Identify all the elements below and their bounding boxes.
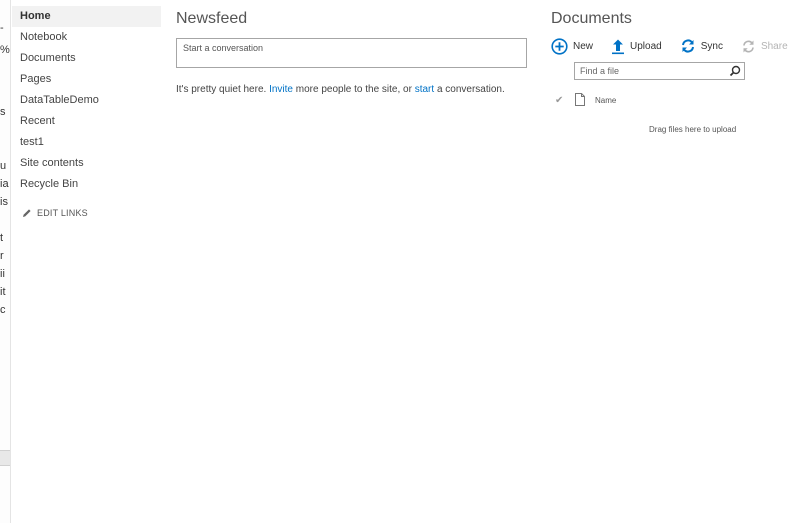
plus-circle-icon (551, 37, 568, 55)
invite-link[interactable]: Invite (269, 84, 293, 95)
nav-item-site-contents[interactable]: Site contents (12, 153, 161, 174)
share-label: Share (760, 40, 788, 52)
nav-item-recent[interactable]: Recent (12, 111, 161, 132)
document-list-header: ✔ Name (555, 92, 616, 108)
nav-item-notebook[interactable]: Notebook (12, 27, 161, 48)
nav-item-home[interactable]: Home (12, 6, 161, 27)
find-file-placeholder: Find a file (580, 66, 620, 76)
quiet-text-part-1: It's pretty quiet here. (176, 84, 270, 95)
upload-label: Upload (630, 40, 662, 52)
conversation-placeholder: Start a conversation (183, 43, 264, 53)
newsfeed-title: Newsfeed (176, 10, 248, 27)
name-column-header[interactable]: Name (595, 96, 616, 105)
upload-button[interactable]: Upload (611, 36, 662, 56)
share-button[interactable]: Share (741, 36, 788, 56)
upload-arrow-icon (612, 39, 625, 54)
newsfeed-section: Newsfeed Start a conversation It's prett… (176, 8, 530, 95)
find-file-input[interactable]: Find a file (574, 62, 745, 80)
drag-files-hint: Drag files here to upload (649, 125, 737, 134)
edit-links-label: EDIT LINKS (37, 208, 88, 218)
edit-links-button[interactable]: EDIT LINKS (12, 204, 161, 222)
share-icon (743, 40, 754, 52)
file-type-column (575, 92, 595, 108)
select-all-checkmark-icon[interactable]: ✔ (555, 95, 575, 106)
file-icon (575, 92, 585, 106)
documents-toolbar: New Upload Sync Share (551, 36, 800, 56)
quiet-message: It's pretty quiet here. Invite more peop… (176, 84, 530, 95)
start-link[interactable]: start (415, 84, 434, 95)
nav-item-datatabledemo[interactable]: DataTableDemo (12, 90, 161, 111)
nav-item-test1[interactable]: test1 (12, 132, 161, 153)
nav-item-pages[interactable]: Pages (12, 69, 161, 90)
pencil-icon (23, 209, 31, 217)
sync-button[interactable]: Sync (680, 36, 723, 56)
documents-title: Documents (551, 10, 632, 27)
start-conversation-input[interactable]: Start a conversation (176, 38, 527, 68)
nav-item-recycle-bin[interactable]: Recycle Bin (12, 174, 161, 195)
background-window-edge: - % s u ia is t r ii it c (0, 0, 11, 523)
quiet-text-part-2: more people to the site, or (292, 84, 415, 95)
sync-icon (681, 39, 694, 53)
new-label: New (573, 40, 594, 52)
nav-item-documents[interactable]: Documents (12, 48, 161, 69)
new-document-button[interactable]: New (551, 36, 593, 56)
documents-section: Documents New Upload Sync Share Find a f… (551, 8, 800, 134)
quiet-text-part-3: a conversation. (434, 84, 505, 95)
search-icon[interactable] (729, 65, 741, 77)
quick-launch-nav: Home Notebook Documents Pages DataTableD… (12, 6, 161, 222)
sync-label: Sync (700, 40, 723, 52)
background-scrollbar (0, 450, 10, 466)
